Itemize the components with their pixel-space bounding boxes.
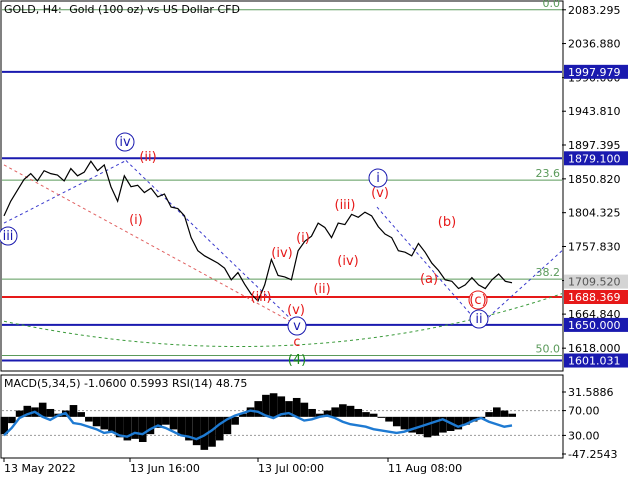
macd-bar <box>308 408 316 417</box>
macd-bar <box>346 405 355 417</box>
macd-bar <box>69 405 78 417</box>
macd-bar <box>354 408 363 417</box>
price-tick-label: 1897.395 <box>568 139 621 152</box>
price-tick-label: 1850.820 <box>568 173 621 186</box>
macd-bar <box>331 407 339 417</box>
price-tick-label: 1943.810 <box>568 105 621 118</box>
wave-label: (iv) <box>271 246 292 261</box>
wave-label: iii <box>3 229 14 244</box>
macd-bar <box>108 416 116 433</box>
wave-label: (iii) <box>251 290 272 305</box>
price-tag-label: 1879.100 <box>568 152 621 165</box>
time-tick-label: 11 Aug 08:00 <box>388 462 462 475</box>
price-tick-label: 2083.295 <box>568 4 621 17</box>
wave-label: (ii) <box>313 282 330 297</box>
macd-bar <box>169 416 178 430</box>
wave-label: (v) <box>371 186 389 201</box>
symbol-label: GOLD, H4: <box>4 3 62 16</box>
fib-label: 38.2 <box>536 266 561 279</box>
macd-bar <box>192 416 201 446</box>
wave-label: (ii) <box>139 150 156 165</box>
wave-label: c <box>293 335 300 350</box>
indicator-tick-label: 70.00 <box>568 405 600 418</box>
wave-label: v <box>293 319 301 334</box>
macd-bar <box>508 413 516 417</box>
time-tick-label: 13 Jun 16:00 <box>130 462 200 475</box>
macd-bar <box>138 416 147 443</box>
macd-bar <box>100 416 109 430</box>
price-tag-label: 1709.520 <box>568 276 621 289</box>
macd-bar <box>485 412 493 417</box>
time-tick-label: 13 Jul 00:00 <box>258 462 324 475</box>
macd-bar <box>300 402 309 417</box>
fib-label: 23.6 <box>536 167 561 180</box>
macd-bar <box>92 416 101 427</box>
macd-bar <box>77 412 85 417</box>
chart-header: GOLD, H4: Gold (100 oz) vs US Dollar CFD <box>4 3 240 16</box>
wave-label: (a) <box>420 272 438 287</box>
macd-bar <box>362 412 370 417</box>
macd-bar <box>162 416 170 425</box>
macd-bar <box>131 416 139 439</box>
macd-bar <box>400 416 409 430</box>
fib-label: 50.0 <box>536 342 561 355</box>
wave-label: (iii) <box>335 198 356 213</box>
price-tick-label: 1804.325 <box>568 207 621 220</box>
wave-label: (b) <box>438 215 456 230</box>
wave-label: (c) <box>469 293 486 308</box>
price-tick-label: 2036.880 <box>568 38 621 51</box>
price-tag-label: 1688.369 <box>568 291 621 304</box>
macd-bar <box>500 410 509 417</box>
macd-bar <box>392 416 401 427</box>
price-tag-label: 1997.979 <box>568 66 621 79</box>
macd-bar <box>369 413 378 417</box>
macd-bar <box>385 416 393 422</box>
wave-label: (4) <box>288 353 306 368</box>
wave-label: ii <box>475 312 482 327</box>
indicator-tick-label: 30.00 <box>568 429 600 442</box>
price-tag-label: 1650.000 <box>568 319 621 332</box>
macd-bar <box>493 407 501 417</box>
time-tick-label: 13 May 2022 <box>4 462 76 475</box>
fib-label: 0.0 <box>543 0 561 10</box>
indicator-title: MACD(5,34,5) -1.0600 0.5993 RSI(14) 48.7… <box>4 377 248 390</box>
price-tick-label: 1618.000 <box>568 342 621 355</box>
macd-bar <box>85 416 93 422</box>
chart-canvas: 0.023.638.250.0 (4)iiiiviiiv(i)(ii)(iii)… <box>0 0 640 480</box>
symbol-description: Gold (100 oz) vs US Dollar CFD <box>69 3 240 16</box>
wave-label: (iv) <box>337 254 358 269</box>
wave-label: i <box>376 171 380 186</box>
price-tag-label: 1601.031 <box>568 355 621 368</box>
wave-label: (i) <box>296 231 310 246</box>
macd-bar <box>423 416 432 438</box>
wave-label: iv <box>119 135 131 150</box>
macd-bar <box>46 408 55 417</box>
macd-bar <box>339 404 347 417</box>
macd-bar <box>269 393 278 417</box>
price-tick-label: 1757.830 <box>568 240 621 253</box>
wave-label: (v) <box>287 303 305 318</box>
indicator-tick-label: 31.5886 <box>568 386 614 399</box>
wave-label: (i) <box>129 213 143 228</box>
macd-bar <box>8 416 16 424</box>
macd-bar <box>292 397 301 417</box>
macd-bar <box>215 416 224 441</box>
indicator-tick-label: -47.2543 <box>568 448 617 461</box>
macd-bar <box>377 416 386 418</box>
